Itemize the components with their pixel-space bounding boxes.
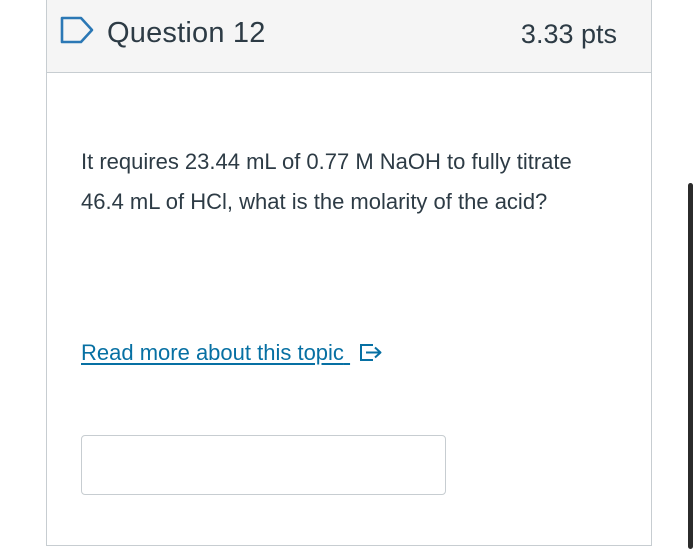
question-card: Question 12 3.33 pts It requires 23.44 m… <box>46 0 652 546</box>
bookmark-flag-icon[interactable] <box>59 15 95 45</box>
answer-input[interactable] <box>81 435 446 495</box>
page: Question 12 3.33 pts It requires 23.44 m… <box>0 0 700 549</box>
question-points: 3.33 pts <box>520 19 617 49</box>
external-link-icon <box>360 344 382 362</box>
question-text: It requires 23.44 mL of 0.77 M NaOH to f… <box>81 149 572 214</box>
question-title: Question 12 <box>107 17 266 49</box>
scrollbar-thumb[interactable] <box>688 183 693 549</box>
read-more-link[interactable]: Read more about this topic <box>81 340 384 366</box>
question-header: Question 12 3.33 pts <box>47 0 651 73</box>
read-more-label: Read more about this topic <box>81 340 344 365</box>
